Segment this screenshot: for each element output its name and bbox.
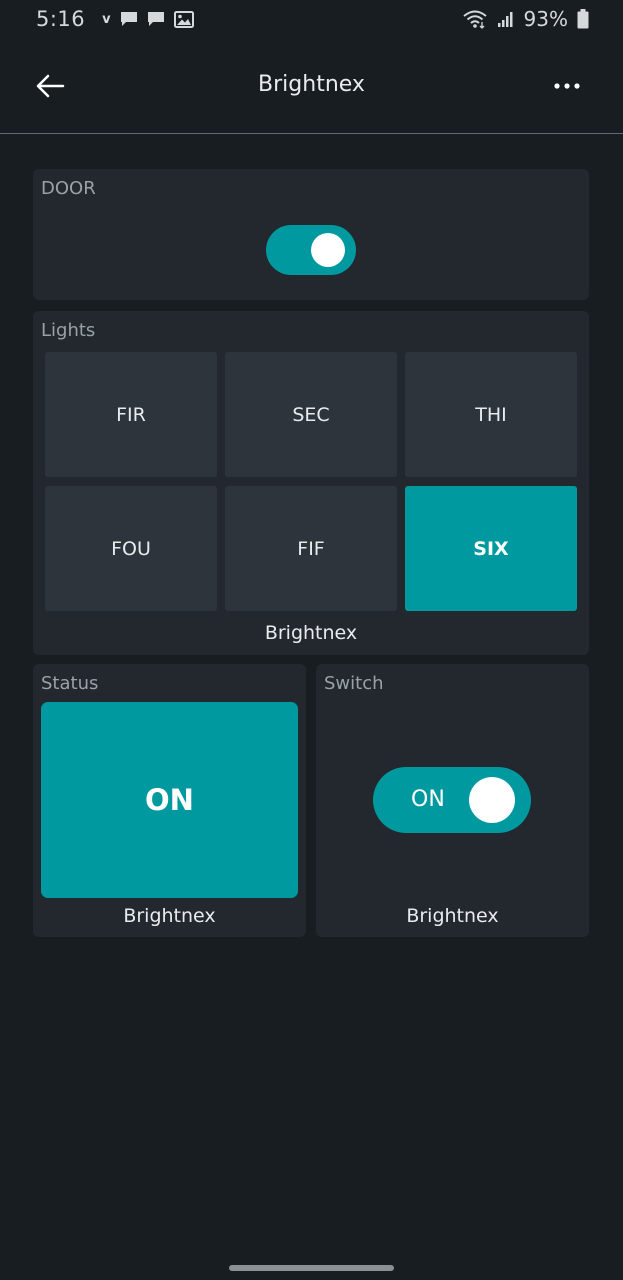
status-card: Status ON Brightnex — [33, 664, 306, 937]
app-bar: Brightnex — [0, 38, 623, 134]
lights-caption: Brightnex — [264, 622, 358, 644]
switch-toggle[interactable]: ON — [373, 767, 531, 833]
status-bar: 5:16 v 93% — [0, 0, 623, 38]
door-toggle[interactable] — [266, 225, 356, 275]
door-card: DOOR — [33, 169, 589, 300]
status-right: 93% — [462, 7, 589, 31]
light-button-sec[interactable]: SEC — [225, 352, 397, 477]
status-left: 5:16 v — [36, 7, 194, 31]
lights-card: Lights FIR SEC THI FOU FIF SIX Brightnex — [33, 311, 589, 655]
light-button-thi[interactable]: THI — [405, 352, 577, 477]
status-label: Status — [41, 673, 99, 694]
light-button-fou[interactable]: FOU — [45, 486, 217, 611]
home-indicator[interactable] — [229, 1265, 394, 1271]
door-label: DOOR — [41, 178, 96, 199]
battery-icon — [577, 9, 589, 29]
switch-card: Switch ON Brightnex — [316, 664, 589, 937]
battery-percent: 93% — [523, 7, 568, 31]
light-button-fif[interactable]: FIF — [225, 486, 397, 611]
carrier-mark: v — [102, 11, 111, 27]
switch-toggle-text: ON — [411, 787, 445, 812]
switch-label: Switch — [324, 673, 384, 694]
lights-label: Lights — [41, 320, 96, 341]
wifi-icon — [462, 10, 487, 29]
switch-toggle-knob — [469, 777, 515, 823]
more-horizontal-icon — [554, 83, 580, 89]
signal-icon — [497, 12, 513, 27]
switch-caption: Brightnex — [406, 905, 499, 927]
door-toggle-knob — [311, 233, 345, 267]
light-button-six[interactable]: SIX — [405, 486, 577, 611]
image-icon — [173, 10, 194, 28]
status-caption: Brightnex — [123, 905, 216, 927]
message-icon — [147, 12, 164, 26]
message-icon — [120, 12, 137, 26]
light-button-fir[interactable]: FIR — [45, 352, 217, 477]
status-indicator: ON — [41, 702, 298, 898]
clock: 5:16 — [36, 7, 86, 31]
more-options-button[interactable] — [547, 68, 587, 104]
page-title: Brightnex — [258, 72, 365, 97]
